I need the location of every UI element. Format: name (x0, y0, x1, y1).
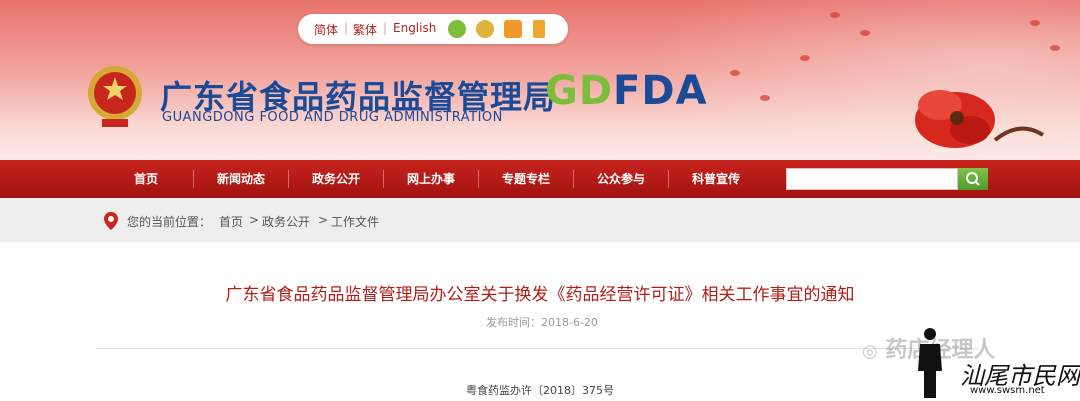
petal-decoration (830, 12, 840, 18)
lang-english-link[interactable]: English (393, 21, 436, 35)
location-pin-icon (104, 212, 118, 230)
petal-decoration (730, 70, 740, 76)
lang-traditional-link[interactable]: 繁体 (353, 21, 377, 38)
mobile-icon[interactable] (533, 20, 545, 38)
petal-decoration (1030, 20, 1040, 26)
breadcrumb-separator: > (318, 213, 329, 227)
national-emblem-icon (88, 66, 142, 127)
nav-item-special-topics[interactable]: 专题专栏 (481, 160, 571, 198)
nav-divider (573, 170, 574, 188)
nav-item-government-affairs[interactable]: 政务公开 (291, 160, 381, 198)
breadcrumb-separator: > (249, 213, 260, 227)
top-links-bar: 简体 | 繁体 | English (298, 14, 568, 44)
wechat-icon: ◎ (862, 341, 878, 362)
gdfda-logo: GDFDA (545, 68, 708, 114)
nav-divider (668, 170, 669, 188)
nav-item-home[interactable]: 首页 (101, 160, 191, 198)
search-input[interactable] (786, 168, 958, 190)
header-banner: 简体 | 繁体 | English 广东省食品药品监督管理局 GUANGDONG… (0, 0, 1080, 160)
divider: | (344, 21, 349, 35)
petal-decoration (1050, 45, 1060, 51)
nav-item-online-services[interactable]: 网上办事 (386, 160, 476, 198)
nav-item-science-education[interactable]: 科普宣传 (671, 160, 761, 198)
petal-decoration (860, 30, 870, 36)
nav-divider (193, 170, 194, 188)
nav-item-public-participation[interactable]: 公众参与 (576, 160, 666, 198)
nav-divider (288, 170, 289, 188)
divider: | (383, 21, 388, 35)
lang-simplified-link[interactable]: 简体 (314, 21, 338, 38)
rss-icon[interactable] (504, 20, 522, 38)
breadcrumb-home-link[interactable]: 首页 (219, 213, 243, 230)
breadcrumb-government-affairs-link[interactable]: 政务公开 (262, 213, 310, 230)
breadcrumb-prefix: 您的当前位置： (127, 215, 212, 229)
search-button[interactable] (958, 168, 988, 190)
petal-decoration (760, 95, 770, 101)
article-title: 广东省食品药品监督管理局办公室关于换发《药品经营许可证》相关工作事宜的通知 (225, 285, 855, 305)
nav-divider (478, 170, 479, 188)
page: 简体 | 繁体 | English 广东省食品药品监督管理局 GUANGDONG… (0, 0, 1080, 401)
site-subtitle: GUANGDONG FOOD AND DRUG ADMINISTRATION (162, 110, 503, 125)
nav-item-news[interactable]: 新闻动态 (196, 160, 286, 198)
breadcrumb-work-documents-link[interactable]: 工作文件 (331, 213, 379, 230)
nav-divider (383, 170, 384, 188)
search-icon (966, 172, 980, 186)
person-silhouette-icon (918, 328, 942, 398)
site-watermark-url: www.swsm.net (970, 385, 1045, 396)
divider (96, 348, 980, 349)
publish-date: 发布时间：2018-6-20 (486, 316, 598, 329)
kapok-flower-decoration (915, 90, 1045, 148)
weibo-icon[interactable] (476, 20, 494, 38)
petal-decoration (800, 55, 810, 61)
wechat-icon[interactable] (448, 20, 466, 38)
